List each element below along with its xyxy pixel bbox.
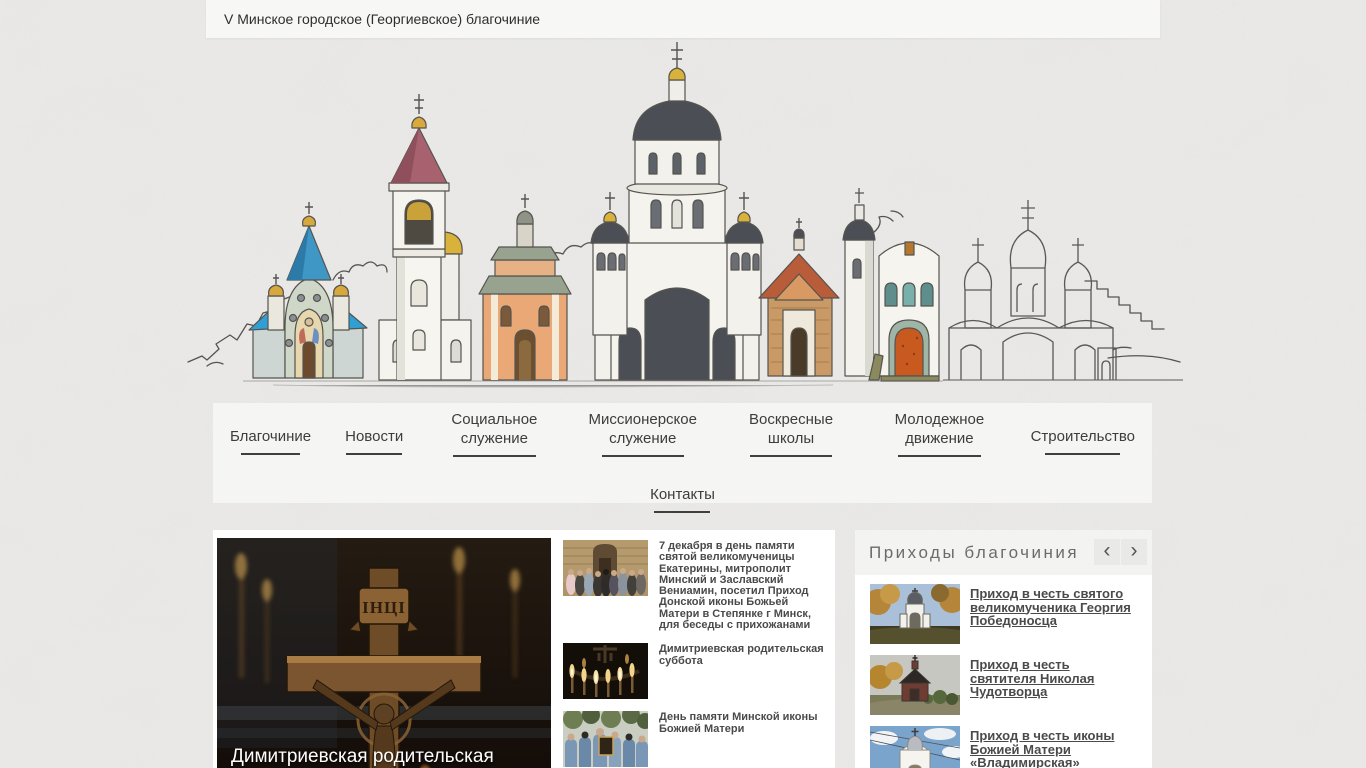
nav-label: Строительство	[1030, 428, 1135, 446]
parish-thumbnail-st-george[interactable]	[870, 584, 960, 644]
nav-label: Новости	[345, 428, 404, 446]
featured-slide[interactable]: ІНЦІ Димитриевская родительская	[217, 538, 551, 768]
parishes-header: Приходы благочиния ‹ ›	[855, 530, 1152, 575]
nav-label: Молодежное движение	[894, 411, 985, 447]
parish-link[interactable]: Приход в честь иконы Божией Матери «Влад…	[970, 726, 1138, 768]
nav-item-construction[interactable]: Строительство	[1031, 411, 1135, 455]
blue-church-drawing	[248, 202, 368, 379]
parish-item: Приход в честь святого великомученика Ге…	[870, 584, 1138, 644]
next-arrow-button[interactable]: ›	[1121, 539, 1147, 565]
nav-underline	[346, 453, 403, 455]
news-thumbnail-group-photo	[563, 540, 648, 596]
nav-label: Благочиние	[230, 428, 312, 446]
news-item[interactable]: День памяти Минской иконы Божией Матери	[563, 711, 831, 768]
nav-label: Миссионерское служение	[588, 411, 697, 447]
news-list: 7 декабря в день памяти святой великомуч…	[563, 540, 831, 768]
inri-plaque-text: ІНЦІ	[362, 598, 406, 617]
deanery-selector-bar[interactable]: V Минское городское (Георгиевское) благо…	[206, 0, 1160, 38]
header-illustration	[183, 28, 1187, 393]
news-item[interactable]: 7 декабря в день памяти святой великомуч…	[563, 540, 831, 631]
wooden-church-drawing	[758, 218, 840, 377]
news-item[interactable]: Димитриевская родительская суббота	[563, 643, 831, 700]
crucifix-candles-image: ІНЦІ	[217, 538, 551, 768]
news-title: 7 декабря в день памяти святой великомуч…	[659, 540, 811, 632]
nav-underline	[601, 454, 684, 457]
nav-underline	[898, 454, 981, 457]
news-thumbnail-procession	[563, 711, 648, 768]
featured-caption: Димитриевская родительская	[231, 746, 494, 767]
parish-link[interactable]: Приход в честь святого великомученика Ге…	[970, 584, 1138, 644]
content-area: ІНЦІ Димитриевская родительская 7 декабр…	[213, 530, 1152, 768]
nav-underline	[654, 510, 711, 513]
parishes-list: Приход в честь святого великомученика Ге…	[855, 575, 1152, 768]
nav-item-youth-movement[interactable]: Молодежное движение	[882, 411, 996, 457]
nav-label: Контакты	[650, 485, 715, 503]
news-title: Димитриевская родительская суббота	[659, 643, 824, 667]
prev-arrow-button[interactable]: ‹	[1094, 539, 1120, 565]
news-thumbnail-candles	[563, 643, 648, 700]
parish-thumbnail-vladimir-icon[interactable]	[870, 726, 960, 768]
white-tower-drawing	[842, 188, 876, 377]
page: V Минское городское (Георгиевское) благо…	[0, 0, 1366, 768]
white-church-orange-door-drawing	[868, 241, 940, 382]
nav-item-news[interactable]: Новости	[345, 411, 403, 455]
nav-label: Воскресные школы	[749, 411, 834, 447]
news-panel: ІНЦІ Димитриевская родительская 7 декабр…	[213, 530, 835, 768]
nav-underline	[1045, 453, 1121, 455]
nav-item-blagochinie[interactable]: Благочиние	[230, 411, 311, 455]
parishes-sidebar: Приходы благочиния ‹ › Приход в честь св…	[855, 530, 1152, 768]
bell-tower-drawing	[378, 94, 472, 381]
carousel-controls: ‹ ›	[1094, 539, 1147, 565]
nav-underline	[241, 453, 300, 455]
news-title: День памяти Минской иконы Божией Матери	[659, 711, 818, 735]
parish-thumbnail-st-nicholas[interactable]	[870, 655, 960, 715]
nav-label: Социальное служение	[451, 411, 538, 447]
parish-item: Приход в честь иконы Божией Матери «Влад…	[870, 726, 1138, 768]
nav-item-missionary-service[interactable]: Миссионерское служение	[586, 411, 700, 457]
churches-panorama-drawing	[187, 42, 1187, 388]
nav-row-2: Контакты	[213, 461, 1152, 513]
nav-underline	[453, 454, 536, 457]
parish-link[interactable]: Приход в честь святителя Николая Чудотво…	[970, 655, 1138, 715]
orange-church-drawing	[478, 194, 572, 381]
nav-item-contacts[interactable]: Контакты	[650, 469, 715, 513]
nav-item-social-service[interactable]: Социальное служение	[437, 411, 551, 457]
sketch-cathedral-drawing	[943, 200, 1187, 381]
parishes-title: Приходы благочиния	[869, 543, 1080, 562]
nav-underline	[749, 454, 833, 457]
main-navigation: Благочиние Новости Социальное служение М…	[213, 403, 1152, 513]
nav-row-1: Благочиние Новости Социальное служение М…	[213, 403, 1152, 457]
nav-item-sunday-schools[interactable]: Воскресные школы	[734, 411, 848, 457]
central-cathedral-drawing	[590, 42, 764, 381]
parish-item: Приход в честь святителя Николая Чудотво…	[870, 655, 1138, 715]
deanery-title: V Минское городское (Георгиевское) благо…	[224, 11, 541, 27]
